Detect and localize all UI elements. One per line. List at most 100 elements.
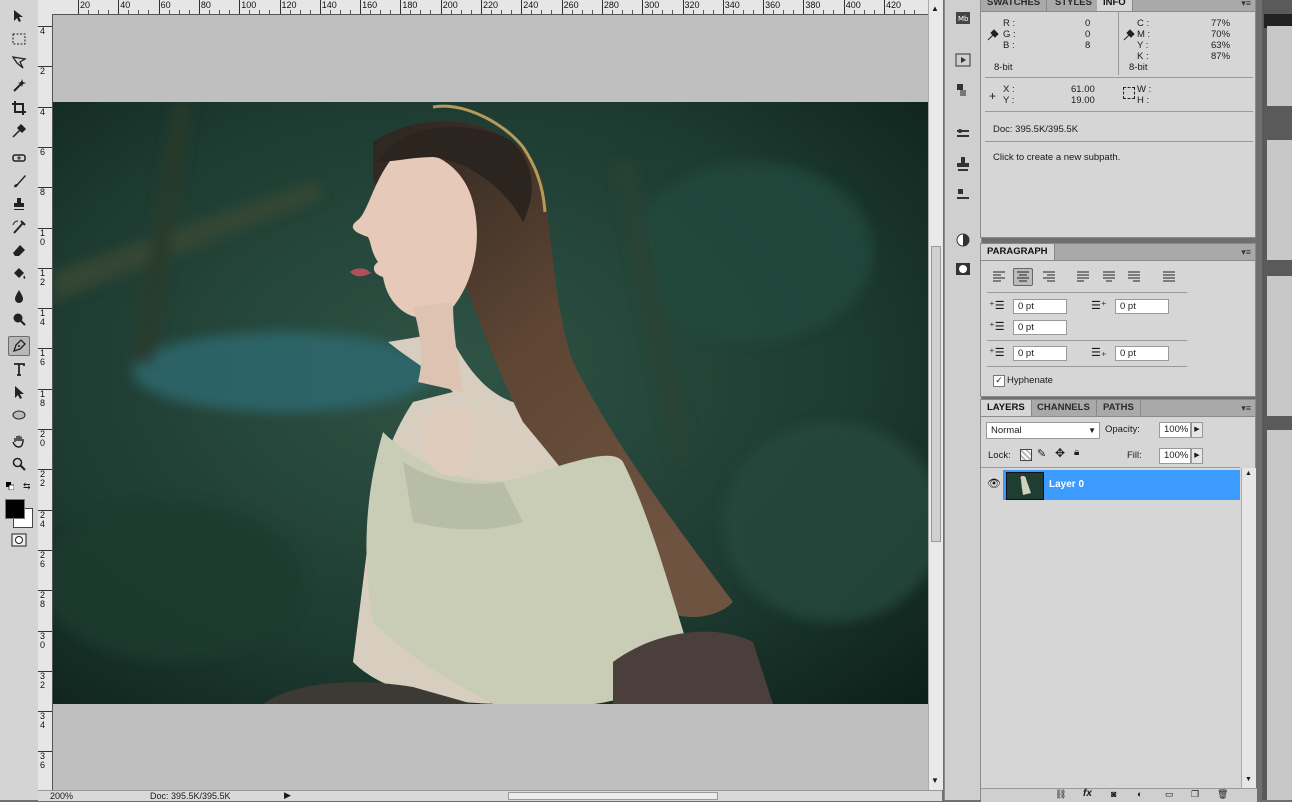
paragraph-separator-2 — [987, 340, 1187, 341]
tab-channels[interactable]: CHANNELS — [1031, 400, 1097, 416]
ruler-minor-tick — [541, 10, 543, 14]
eye-icon[interactable]: 👁︎ — [987, 477, 1001, 490]
clone-source-icon[interactable] — [952, 154, 974, 174]
history-icon[interactable] — [952, 80, 974, 100]
lock-label: Lock: — [988, 450, 1011, 461]
foreground-color-swatch[interactable] — [5, 499, 25, 519]
fill-field[interactable]: 100% — [1159, 448, 1191, 464]
layer-name[interactable]: Layer 0 — [1049, 479, 1084, 490]
new-layer-icon[interactable]: ❐ — [1191, 789, 1199, 800]
healing-brush-icon[interactable] — [8, 148, 30, 168]
add-mask-icon[interactable]: ◙ — [1111, 789, 1116, 799]
masks-icon[interactable] — [952, 259, 974, 279]
fill-slider-arrow-icon[interactable]: ▶ — [1191, 448, 1203, 464]
default-colors-icon[interactable] — [6, 482, 15, 491]
space-after-field[interactable]: 0 pt — [1115, 346, 1169, 361]
tab-swatches[interactable]: SWATCHES — [981, 0, 1048, 11]
lock-transparency-icon[interactable] — [1020, 449, 1032, 461]
indent-right-field[interactable]: 0 pt — [1115, 299, 1169, 314]
space-before-field[interactable]: 0 pt — [1013, 346, 1067, 361]
paint-bucket-icon[interactable] — [8, 263, 30, 283]
y-coord-label: Y : — [1003, 95, 1015, 106]
lock-pixels-icon[interactable]: ✎ — [1037, 447, 1046, 460]
tab-styles[interactable]: STYLES — [1049, 0, 1099, 11]
brush-tool-icon[interactable] — [8, 171, 30, 191]
scroll-up-icon[interactable]: ▲ — [931, 4, 939, 13]
panel-menu-icon[interactable]: ▾≡ — [1241, 0, 1251, 9]
tab-paragraph[interactable]: PARAGRAPH — [981, 244, 1055, 260]
panel-menu-icon[interactable]: ▾≡ — [1241, 403, 1251, 414]
ruler-tick-label: 180 — [402, 0, 418, 10]
swap-colors-icon[interactable]: ⇆ — [23, 482, 33, 491]
opacity-label: Opacity: — [1105, 424, 1140, 435]
scroll-down-icon[interactable]: ▼ — [1245, 776, 1252, 783]
link-layers-icon[interactable]: ⛓ — [1055, 789, 1066, 800]
y-value-coord: 19.00 — [1071, 95, 1095, 106]
marquee-tool-icon[interactable] — [8, 29, 30, 49]
align-right-icon[interactable] — [1039, 268, 1059, 286]
indent-left-field[interactable]: 0 pt — [1013, 299, 1067, 314]
lasso-tool-icon[interactable] — [8, 52, 30, 72]
ruler-tick — [279, 0, 281, 14]
edge-panel — [1267, 26, 1292, 106]
ruler-minor-tick — [188, 10, 190, 14]
actions-play-icon[interactable] — [952, 50, 974, 70]
ruler-tick — [561, 0, 563, 14]
ruler-minor-tick — [168, 10, 170, 14]
lock-position-icon[interactable]: ✥ — [1055, 446, 1065, 460]
adjustments-icon[interactable] — [952, 230, 974, 250]
quick-mask-icon[interactable] — [11, 533, 27, 547]
blur-tool-icon[interactable] — [8, 286, 30, 306]
ellipse-tool-icon[interactable] — [8, 405, 30, 425]
background-window-edge — [1262, 0, 1292, 800]
justify-last-center-icon[interactable] — [1099, 268, 1119, 286]
panel-menu-icon[interactable]: ▾≡ — [1241, 247, 1251, 258]
layer-style-icon[interactable]: fx — [1083, 788, 1092, 799]
tool-presets-icon[interactable] — [952, 184, 974, 204]
move-tool-icon[interactable] — [8, 6, 30, 26]
opacity-field[interactable]: 100% — [1159, 422, 1191, 438]
zoom-tool-icon[interactable] — [8, 454, 30, 474]
layers-scrollbar[interactable]: ▲ ▼ — [1241, 468, 1256, 788]
trash-icon[interactable]: 🗑︎ — [1217, 789, 1228, 800]
layer-row[interactable]: 👁︎ Layer 0 — [981, 470, 1240, 500]
justify-all-icon[interactable] — [1159, 268, 1179, 286]
tab-paths[interactable]: PATHS — [1097, 400, 1141, 416]
ruler-tick-label: 280 — [603, 0, 619, 10]
history-brush-icon[interactable] — [8, 217, 30, 237]
justify-last-left-icon[interactable] — [1073, 268, 1093, 286]
indent-first-line-field[interactable]: 0 pt — [1013, 320, 1067, 335]
scrollbar-thumb[interactable] — [931, 246, 941, 542]
adjustment-layer-icon[interactable]: ◐ — [1137, 789, 1142, 799]
type-tool-icon[interactable] — [8, 359, 30, 379]
horizontal-scrollbar-thumb[interactable] — [508, 792, 718, 800]
crop-tool-icon[interactable] — [8, 98, 30, 118]
blend-mode-select[interactable]: Normal ▼ — [986, 422, 1100, 439]
ruler-minor-tick — [873, 10, 875, 14]
document-image[interactable] — [53, 102, 928, 704]
clone-stamp-icon[interactable] — [8, 194, 30, 214]
vertical-scrollbar[interactable]: ▲ ▼ — [928, 0, 943, 790]
hand-tool-icon[interactable] — [8, 431, 30, 451]
tab-info[interactable]: INFO — [1097, 0, 1133, 11]
magic-wand-icon[interactable] — [8, 75, 30, 95]
pen-tool-icon[interactable] — [8, 336, 30, 356]
scroll-up-icon[interactable]: ▲ — [1245, 470, 1252, 477]
justify-last-right-icon[interactable] — [1124, 268, 1144, 286]
eraser-tool-icon[interactable] — [8, 240, 30, 260]
tab-layers[interactable]: LAYERS — [981, 400, 1032, 416]
lock-all-icon[interactable]: 🔒︎ — [1074, 447, 1079, 458]
align-left-icon[interactable] — [989, 268, 1009, 286]
align-center-icon[interactable] — [1013, 268, 1033, 286]
ruler-minor-tick — [289, 10, 291, 14]
dodge-tool-icon[interactable] — [8, 309, 30, 329]
opacity-slider-arrow-icon[interactable]: ▶ — [1191, 422, 1203, 438]
new-group-icon[interactable]: ▭ — [1165, 789, 1174, 800]
eyedropper-icon[interactable] — [8, 121, 30, 141]
brush-presets-icon[interactable] — [952, 124, 974, 144]
mini-bridge-icon[interactable]: Mb — [952, 8, 974, 28]
status-menu-arrow-icon[interactable]: ▶ — [284, 790, 291, 801]
hyphenate-checkbox[interactable]: ✓ — [993, 375, 1005, 387]
path-selection-icon[interactable] — [8, 382, 30, 402]
scroll-down-icon[interactable]: ▼ — [931, 776, 939, 785]
